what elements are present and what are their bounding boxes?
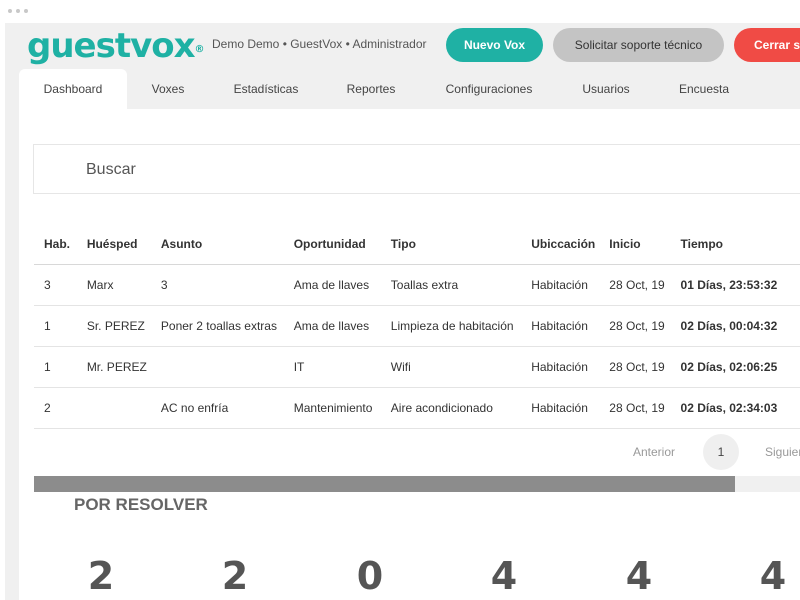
cell-oportunidad: Ama de llaves [283, 264, 381, 306]
tab-usuarios[interactable]: Usuarios [559, 69, 653, 109]
cell-ubicacion: Habitación [521, 264, 600, 306]
new-vox-button[interactable]: Nuevo Vox [446, 28, 543, 62]
col-huesped[interactable]: Huésped [76, 224, 151, 265]
cell-asunto: 3 [150, 264, 284, 306]
cell-hab: 2 [34, 387, 77, 429]
cell-tiempo: 02 Días, 02:34:03 [670, 387, 800, 429]
table-row[interactable]: 2 AC no enfría Mantenimiento Aire acondi… [34, 387, 800, 429]
cell-tiempo: 02 Días, 02:06:25 [670, 346, 800, 388]
window-dots [8, 9, 28, 13]
table-row[interactable]: 1 Mr. PEREZ IT Wifi Habitación 28 Oct, 1… [34, 346, 800, 388]
cell-oportunidad: IT [283, 346, 381, 388]
cell-tipo: Aire acondicionado [380, 387, 522, 429]
logout-button[interactable]: Cerrar sesión [734, 28, 800, 62]
tab-voxes[interactable]: Voxes [127, 69, 209, 109]
cell-hab: 1 [34, 346, 77, 388]
col-hab[interactable]: Hab. [34, 224, 77, 265]
stat-value: 4 [625, 554, 653, 598]
stat-value: 2 [87, 554, 115, 598]
stat-value: 4 [759, 554, 787, 598]
cell-huesped: Mr. PEREZ [76, 346, 151, 388]
cell-huesped: Marx [76, 264, 151, 306]
search-input[interactable] [84, 160, 688, 180]
stat-value: 4 [490, 554, 518, 598]
table-header-row: Hab. Huésped Asunto Oportunidad Tipo Ubi… [34, 224, 800, 265]
tab-encuesta[interactable]: Encuesta [653, 69, 755, 109]
cell-inicio: 28 Oct, 19 [599, 305, 671, 347]
cell-inicio: 28 Oct, 19 [599, 264, 671, 306]
col-asunto[interactable]: Asunto [150, 224, 284, 265]
cell-hab: 1 [34, 305, 77, 347]
pagination-prev-button[interactable]: Anterior [633, 445, 675, 459]
stat-value: 0 [356, 554, 384, 598]
pagination-next-button[interactable]: Siguiente [765, 445, 800, 459]
cell-inicio: 28 Oct, 19 [599, 387, 671, 429]
cell-asunto [150, 346, 284, 388]
voxes-table: Hab. Huésped Asunto Oportunidad Tipo Ubi… [34, 224, 800, 429]
search-box [33, 144, 800, 194]
guestvox-logo[interactable]: guestvox® [27, 26, 205, 66]
stat-value: 2 [221, 554, 249, 598]
cell-inicio: 28 Oct, 19 [599, 346, 671, 388]
col-tiempo[interactable]: Tiempo [670, 224, 800, 265]
table-row[interactable]: 1 Sr. PEREZ Poner 2 toallas extras Ama d… [34, 305, 800, 347]
pagination-page-button[interactable]: 1 [703, 434, 739, 470]
cell-tipo: Toallas extra [380, 264, 522, 306]
cell-ubicacion: Habitación [521, 346, 600, 388]
table-row[interactable]: 3 Marx 3 Ama de llaves Toallas extra Hab… [34, 264, 800, 306]
cell-oportunidad: Ama de llaves [283, 305, 381, 347]
tab-estadisticas[interactable]: Estadísticas [209, 69, 323, 109]
section-title-por-resolver: POR RESOLVER [74, 495, 208, 514]
main-tabs: Dashboard Voxes Estadísticas Reportes Co… [19, 69, 755, 109]
app-window: guestvox® Demo Demo • GuestVox • Adminis… [0, 0, 800, 600]
voxes-panel: Hab. Huésped Asunto Oportunidad Tipo Ubi… [19, 129, 800, 600]
cell-ubicacion: Habitación [521, 305, 600, 347]
col-ubicacion[interactable]: Ubiccación [521, 224, 600, 265]
dashboard-content: Hab. Huésped Asunto Oportunidad Tipo Ubi… [19, 109, 800, 600]
col-inicio[interactable]: Inicio [599, 224, 671, 265]
cell-tipo: Limpieza de habitación [380, 305, 522, 347]
cell-huesped [76, 387, 151, 429]
cell-huesped: Sr. PEREZ [76, 305, 151, 347]
cell-tiempo: 02 Días, 00:04:32 [670, 305, 800, 347]
user-info: Demo Demo • GuestVox • Administrador [212, 37, 427, 51]
cell-asunto: Poner 2 toallas extras [150, 305, 284, 347]
request-support-button[interactable]: Solicitar soporte técnico [553, 28, 724, 62]
progress-fill [34, 476, 735, 492]
col-oportunidad[interactable]: Oportunidad [283, 224, 381, 265]
tab-dashboard[interactable]: Dashboard [19, 69, 127, 109]
cell-tiempo: 01 Días, 23:53:32 [670, 264, 800, 306]
tab-reportes[interactable]: Reportes [323, 69, 419, 109]
col-tipo[interactable]: Tipo [380, 224, 522, 265]
tab-configuraciones[interactable]: Configuraciones [419, 69, 559, 109]
cell-asunto: AC no enfría [150, 387, 284, 429]
cell-oportunidad: Mantenimiento [283, 387, 381, 429]
cell-hab: 3 [34, 264, 77, 306]
resolution-progress-bar [34, 476, 800, 492]
cell-ubicacion: Habitación [521, 387, 600, 429]
cell-tipo: Wifi [380, 346, 522, 388]
